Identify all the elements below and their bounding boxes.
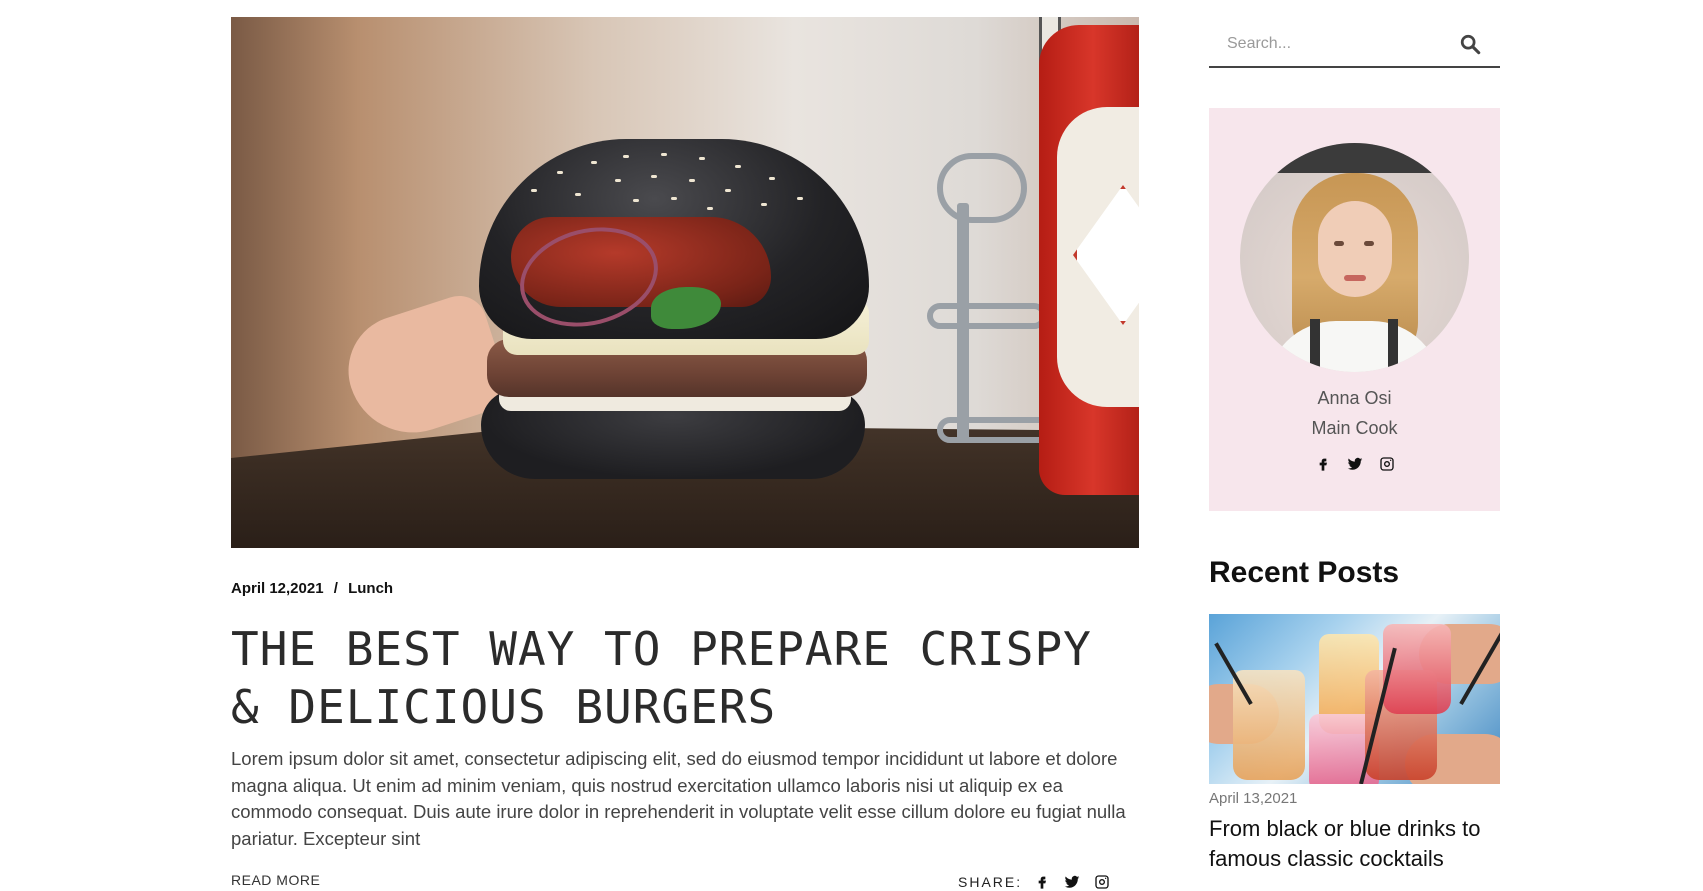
post-date: April 12,2021	[231, 580, 324, 597]
recent-post-date: April 13,2021	[1209, 790, 1298, 807]
facebook-icon[interactable]	[1034, 874, 1050, 890]
instagram-icon[interactable]	[1379, 456, 1395, 472]
author-role: Main Cook	[1311, 418, 1398, 438]
read-more-link[interactable]: READ MORE	[231, 872, 320, 888]
author-name: Anna Osi	[1317, 388, 1392, 408]
twitter-icon[interactable]	[1064, 874, 1080, 890]
author-card: Anna Osi Main Cook	[1209, 108, 1500, 511]
share-bar: SHARE:	[958, 874, 1110, 890]
post-meta: April 12,2021 / Lunch	[231, 580, 393, 597]
meta-separator: /	[333, 580, 338, 597]
thumb-glass	[1233, 670, 1305, 780]
post-title[interactable]: THE BEST WAY TO PREPARE CRISPY & DELICIO…	[231, 620, 1131, 736]
avatar-eye	[1334, 241, 1344, 246]
recent-post-thumbnail[interactable]	[1209, 614, 1500, 784]
post-excerpt: Lorem ipsum dolor sit amet, consectetur …	[231, 748, 1126, 849]
avatar-apron	[1310, 319, 1398, 372]
post-category-link[interactable]: Lunch	[348, 580, 393, 597]
avatar-face	[1318, 201, 1392, 297]
twitter-icon[interactable]	[1347, 456, 1363, 472]
instagram-icon[interactable]	[1094, 874, 1110, 890]
recent-post-title-link[interactable]: From black or blue drinks to famous clas…	[1209, 814, 1509, 874]
search-icon[interactable]	[1458, 32, 1482, 56]
featured-image-burger[interactable]	[231, 17, 1139, 548]
share-label: SHARE:	[958, 874, 1023, 890]
author-avatar	[1240, 143, 1469, 372]
recent-posts-heading: Recent Posts	[1209, 556, 1400, 589]
author-social-links	[1209, 456, 1500, 472]
avatar-lips	[1344, 275, 1366, 281]
facebook-icon[interactable]	[1315, 456, 1331, 472]
thumb-glass	[1383, 624, 1451, 714]
avatar-eye	[1364, 241, 1374, 246]
search-input[interactable]	[1227, 35, 1427, 53]
search-bar	[1209, 22, 1500, 68]
avatar-background	[1240, 143, 1469, 173]
